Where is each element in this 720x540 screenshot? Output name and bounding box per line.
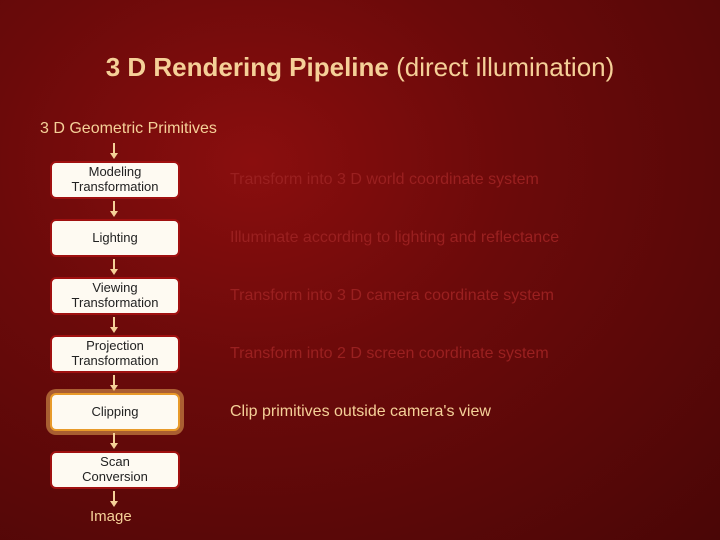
stage-modeling: ModelingTransformation — [50, 161, 180, 199]
stage-label: Lighting — [92, 231, 138, 246]
arrow-2 — [113, 259, 115, 271]
stage-desc-lighting: Illuminate according to lighting and ref… — [230, 219, 559, 257]
stage-label: ProjectionTransformation — [72, 339, 159, 369]
stage-desc-viewing: Transform into 3 D camera coordinate sys… — [230, 277, 554, 315]
stage-lighting: Lighting — [50, 219, 180, 257]
input-label: 3 D Geometric Primitives — [40, 120, 217, 138]
stage-desc-projection: Transform into 2 D screen coordinate sys… — [230, 335, 549, 373]
stage-label: ViewingTransformation — [72, 281, 159, 311]
stage-label: Clipping — [92, 405, 139, 420]
stage-scan: ScanConversion — [50, 451, 180, 489]
stage-desc-modeling: Transform into 3 D world coordinate syst… — [230, 161, 539, 199]
stage-viewing: ViewingTransformation — [50, 277, 180, 315]
stage-clipping: Clipping — [50, 393, 180, 431]
stage-desc-clipping: Clip primitives outside camera's view — [230, 393, 491, 431]
stage-label: ScanConversion — [82, 455, 148, 485]
output-label: Image — [90, 508, 132, 525]
arrow-4 — [113, 375, 115, 387]
stage-projection: ProjectionTransformation — [50, 335, 180, 373]
arrow-5 — [113, 433, 115, 445]
arrow-6 — [113, 491, 115, 503]
arrow-3 — [113, 317, 115, 329]
title-main: 3 D Rendering Pipeline — [106, 52, 396, 82]
arrow-1 — [113, 201, 115, 213]
stage-label: ModelingTransformation — [72, 165, 159, 195]
title-sub: (direct illumination) — [396, 52, 614, 82]
slide-title: 3 D Rendering Pipeline (direct illuminat… — [0, 52, 720, 83]
arrow-0 — [113, 143, 115, 155]
